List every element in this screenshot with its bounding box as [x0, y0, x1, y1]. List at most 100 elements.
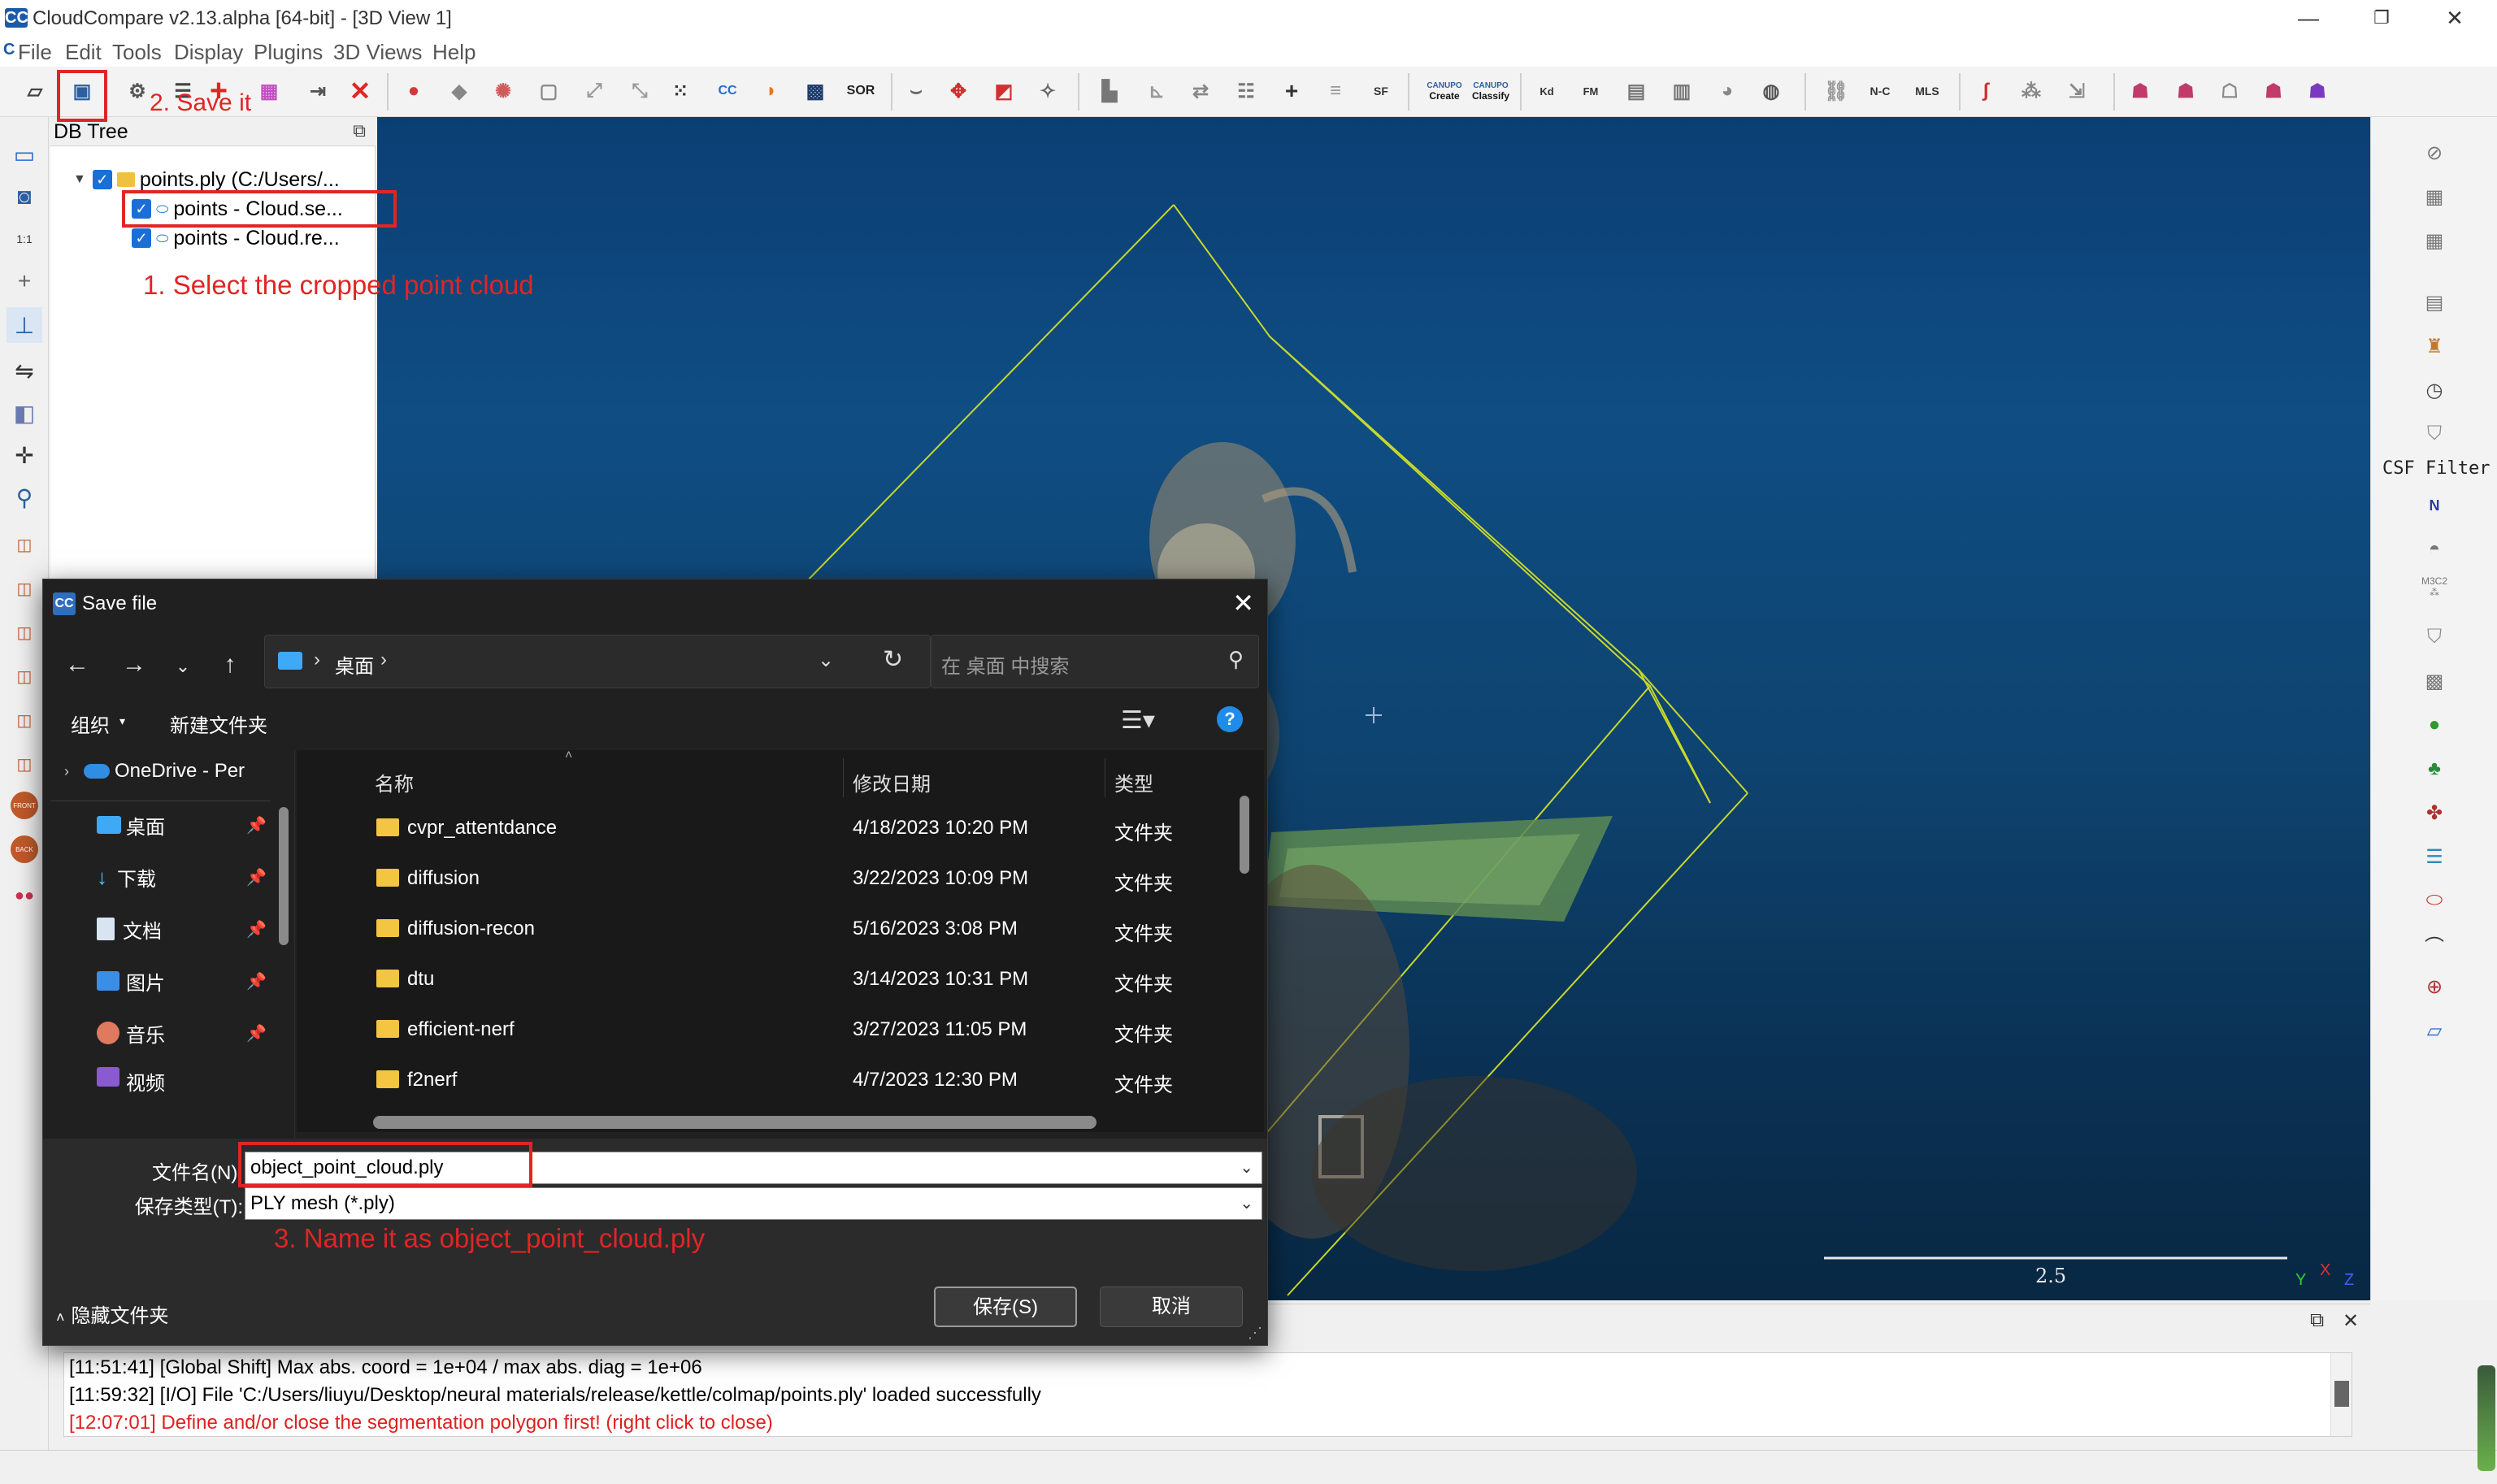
view-options-icon[interactable]: ☰▾: [1121, 706, 1155, 735]
checkbox-icon[interactable]: ✓: [92, 170, 112, 189]
tree-item-remaining-cloud[interactable]: ✓ ⬭ points - Cloud.re...: [132, 224, 340, 252]
collapse-arrow-icon[interactable]: ▼: [73, 172, 86, 187]
grid-icon[interactable]: ▦: [2420, 182, 2449, 211]
arrows-icon[interactable]: ⇄: [1185, 75, 1216, 107]
file-row[interactable]: cvpr_attentdance 4/18/2023 10:20 PM 文件夹: [297, 804, 1231, 854]
scatter-icon[interactable]: ⁂: [2016, 75, 2047, 107]
search-input[interactable]: 在 桌面 中搜索 ⚲: [931, 635, 1259, 688]
arch-icon[interactable]: ⌒: [2420, 930, 2449, 959]
tree-icon[interactable]: ♣: [2420, 754, 2449, 783]
column-type[interactable]: 类型: [1114, 768, 1153, 796]
film-icon[interactable]: ▤: [2420, 288, 2449, 317]
forward-arrow-icon[interactable]: →: [118, 651, 150, 679]
export-icon[interactable]: ⇲: [2061, 75, 2092, 107]
filetype-dropdown-icon[interactable]: ⌄: [1240, 1188, 1253, 1219]
front-view-button[interactable]: FRONT: [11, 792, 38, 819]
menu-edit[interactable]: Edit: [65, 40, 102, 65]
nav-music[interactable]: 音乐: [97, 1015, 165, 1051]
subsample-icon[interactable]: ◆: [444, 75, 475, 107]
fill-icon[interactable]: ◗: [756, 75, 787, 107]
csf-filter-button[interactable]: CSF Filter: [2382, 458, 2490, 479]
console-close-icon[interactable]: ✕: [2343, 1309, 2359, 1333]
m3c2-button[interactable]: M3C2 ⁂: [2420, 572, 2449, 601]
breadcrumb-separator-icon[interactable]: ›: [380, 649, 387, 671]
new-folder-button[interactable]: 新建文件夹: [170, 709, 267, 738]
file-list-hscrollbar[interactable]: [373, 1116, 1097, 1129]
close-button[interactable]: ✕: [2438, 3, 2471, 33]
console-undock-icon[interactable]: ⧉: [2310, 1309, 2324, 1332]
column-modified[interactable]: 修改日期: [853, 768, 931, 796]
sor-button[interactable]: SOR: [845, 75, 876, 107]
plugin-b-icon[interactable]: ☗: [2170, 75, 2201, 107]
nav-downloads[interactable]: ↓ 下载: [97, 859, 156, 895]
expand-chevron-icon[interactable]: ›: [64, 763, 69, 780]
pin-icon[interactable]: 📌: [246, 919, 267, 939]
undock-icon[interactable]: ⧉: [353, 120, 366, 141]
sf-button[interactable]: SF: [1366, 75, 1396, 107]
menu-help[interactable]: Help: [432, 40, 476, 65]
merge-icon[interactable]: ⇥: [302, 75, 333, 107]
cc-icon[interactable]: CC: [712, 75, 743, 107]
file-row[interactable]: efficient-nerf 3/27/2023 11:05 PM 文件夹: [297, 1005, 1231, 1056]
kd-button[interactable]: Kd: [1531, 75, 1562, 107]
filetype-select[interactable]: PLY mesh (*.ply) ⌄: [245, 1187, 1262, 1220]
rotate-icon[interactable]: ⇋: [7, 353, 42, 388]
plus-icon[interactable]: +: [1276, 75, 1307, 107]
stereo-icon[interactable]: ●●: [7, 878, 42, 913]
view-back-icon[interactable]: ◫: [7, 658, 42, 694]
canupo-classify-button[interactable]: CANUPO Classify: [1468, 75, 1513, 107]
view-bottom-icon[interactable]: ◫: [7, 746, 42, 782]
plugin-a-icon[interactable]: ☗: [2125, 75, 2156, 107]
pin-icon[interactable]: 📌: [246, 1023, 267, 1044]
texture-icon[interactable]: ▩: [2420, 666, 2449, 696]
view-left-icon[interactable]: ◫: [7, 614, 42, 650]
clock-icon[interactable]: ◷: [2420, 375, 2449, 405]
sphere-icon[interactable]: ◕: [1712, 75, 1743, 107]
puzzle-icon[interactable]: ✤: [2420, 798, 2449, 827]
target-icon[interactable]: ⊕: [2420, 972, 2449, 1001]
pivot-icon[interactable]: ⊥: [7, 307, 42, 343]
sample-icon[interactable]: ●: [398, 75, 429, 107]
address-bar[interactable]: › 桌面 › ⌄ ↻: [264, 635, 931, 688]
minimize-button[interactable]: —: [2292, 3, 2325, 33]
camera-icon[interactable]: ◙: [7, 179, 42, 215]
menu-3d-views[interactable]: 3D Views: [333, 40, 422, 65]
checker-icon[interactable]: ▩: [800, 75, 831, 107]
color-scale-icon[interactable]: ▦: [254, 75, 284, 107]
crosshair-icon[interactable]: +: [7, 263, 42, 299]
ruler-icon[interactable]: ⏥: [2420, 1016, 2449, 1045]
brush-icon[interactable]: ♜: [2420, 332, 2449, 361]
globe-icon[interactable]: ◍: [1756, 75, 1787, 107]
column-name[interactable]: 名称: [375, 768, 414, 796]
address-dropdown-icon[interactable]: ⌄: [818, 649, 834, 672]
organize-chevron-icon[interactable]: ▾: [119, 714, 125, 728]
menu-plugins[interactable]: Plugins: [254, 40, 323, 65]
back-view-button[interactable]: BACK: [11, 835, 38, 863]
layers-icon[interactable]: ☰: [2420, 842, 2449, 871]
compass-icon[interactable]: ⊘: [2420, 138, 2449, 167]
pick-icon[interactable]: ✧: [1032, 75, 1063, 107]
disk-icon[interactable]: ▤: [1621, 75, 1652, 107]
file-row[interactable]: diffusion-recon 5/16/2023 3:08 PM 文件夹: [297, 905, 1231, 955]
menu-tools[interactable]: Tools: [112, 40, 162, 65]
pin-icon[interactable]: 📌: [246, 815, 267, 835]
shield-icon[interactable]: ⛉: [2420, 419, 2449, 449]
plugin-e-icon[interactable]: ☗: [2302, 75, 2333, 107]
view-front-icon[interactable]: ◫: [7, 571, 42, 606]
points-icon[interactable]: ✺: [488, 75, 519, 107]
pin-icon[interactable]: 📌: [246, 867, 267, 887]
cube-icon[interactable]: ◧: [7, 395, 42, 431]
nav-scrollbar[interactable]: [276, 750, 290, 1139]
nav-desktop[interactable]: 桌面: [97, 807, 165, 843]
checkbox-icon[interactable]: ✓: [132, 228, 151, 248]
canupo-create-button[interactable]: CANUPO Create: [1422, 75, 1466, 107]
menu-file[interactable]: File: [18, 40, 52, 65]
dialog-close-icon[interactable]: ✕: [1232, 588, 1254, 618]
tree-item-root[interactable]: ▼ ✓ points.ply (C:/Users/...: [73, 166, 340, 193]
hide-folders-toggle[interactable]: ˄ 隐藏文件夹: [56, 1300, 169, 1328]
up-arrow-icon[interactable]: ↑: [214, 651, 246, 679]
move-icon[interactable]: ✛: [7, 437, 42, 473]
translate-icon[interactable]: ✥: [943, 75, 974, 107]
fm-button[interactable]: FM: [1575, 75, 1606, 107]
curve-icon[interactable]: ⌣: [901, 75, 931, 107]
